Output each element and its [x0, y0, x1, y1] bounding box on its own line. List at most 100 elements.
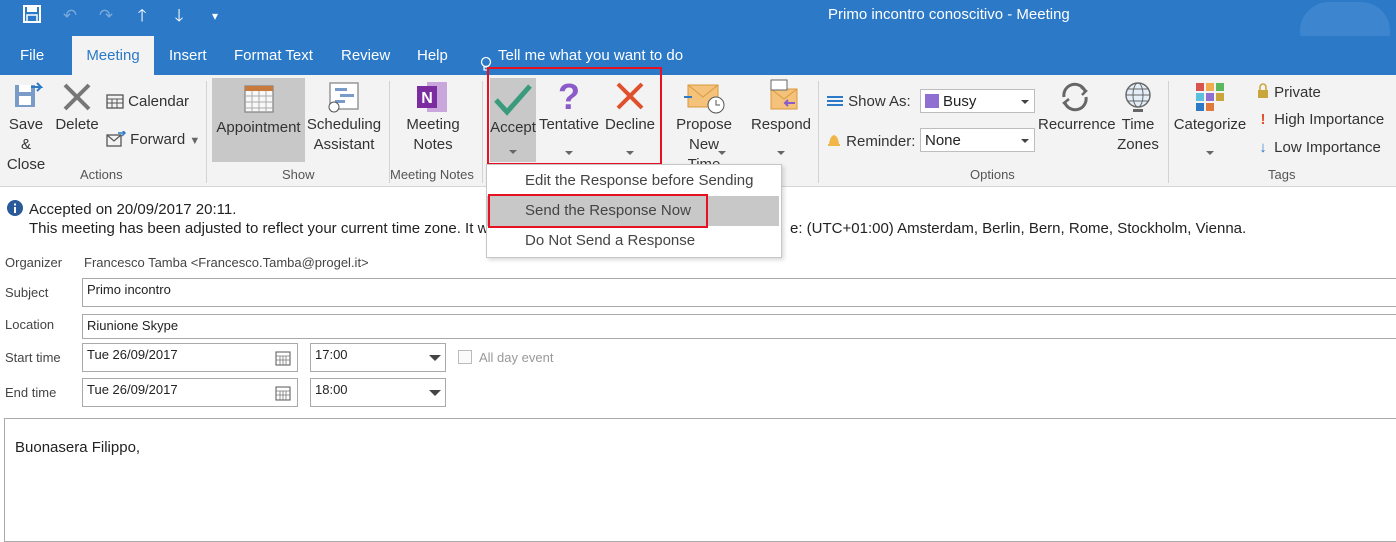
body-text: Buonasera Filippo,	[15, 439, 141, 456]
private-label: Private	[1274, 84, 1321, 101]
respond-label: Respond	[750, 116, 812, 133]
chevron-down-icon	[1021, 100, 1029, 104]
save-close-icon	[15, 82, 43, 107]
group-label-actions: Actions	[80, 167, 123, 182]
undo-icon[interactable]: ↶	[58, 5, 82, 27]
chevron-down-icon	[1206, 151, 1214, 155]
tab-file[interactable]: File	[20, 36, 44, 75]
time-zones-label-2: Zones	[1117, 136, 1159, 153]
onenote-icon: N	[417, 82, 447, 112]
forward-icon	[106, 129, 127, 151]
meeting-notes-label-2: Notes	[413, 136, 453, 153]
appointment-button[interactable]: Appointment	[212, 78, 305, 162]
svg-text:N: N	[421, 90, 433, 107]
group-separator	[818, 81, 819, 183]
calendar-icon	[106, 93, 124, 113]
tab-meeting[interactable]: Meeting	[72, 36, 154, 75]
lock-icon	[1256, 83, 1270, 103]
chevron-down-icon	[1021, 139, 1029, 143]
calendar-picker-icon[interactable]	[275, 350, 291, 373]
low-importance-button[interactable]: ↓ Low Importance	[1256, 139, 1381, 156]
delete-button[interactable]: Delete	[54, 79, 100, 135]
chevron-down-icon	[429, 355, 441, 361]
meeting-notes-button[interactable]: N Meeting Notes	[400, 79, 466, 155]
categorize-button[interactable]: Categorize	[1172, 79, 1248, 155]
location-field[interactable]: Riunione Skype	[82, 314, 1396, 339]
recurrence-button[interactable]: Recurrence	[1038, 79, 1116, 135]
chevron-down-icon	[718, 151, 726, 155]
forward-label: Forward	[130, 131, 186, 148]
subject-label: Subject	[5, 285, 49, 300]
calendar-picker-icon[interactable]	[275, 385, 291, 408]
reminder-value: None	[925, 132, 961, 149]
tab-format-text[interactable]: Format Text	[234, 36, 313, 75]
low-importance-label: Low Importance	[1274, 139, 1381, 156]
chevron-down-icon: ▼	[189, 135, 201, 147]
appointment-label: Appointment	[216, 119, 301, 136]
start-time-label: Start time	[5, 350, 61, 365]
location-label: Location	[5, 317, 55, 332]
menu-item-edit-response[interactable]: Edit the Response before Sending	[487, 166, 779, 196]
group-label-meeting-notes: Meeting Notes	[390, 167, 474, 182]
time-zones-button[interactable]: Time Zones	[1114, 79, 1162, 155]
group-separator	[1168, 81, 1169, 183]
organizer-label: Organizer	[5, 255, 63, 270]
high-importance-label: High Importance	[1274, 111, 1385, 128]
all-day-label: All day event	[479, 350, 554, 365]
start-date-value: Tue 26/09/2017	[87, 347, 178, 362]
appointment-icon	[243, 85, 274, 113]
customize-toolbar-icon[interactable]: ▾	[203, 5, 227, 27]
show-as-label: Show As:	[826, 93, 911, 112]
highlight-respond-buttons	[487, 67, 662, 165]
arrow-down-icon: ↓	[1259, 139, 1267, 156]
scheduling-assistant-icon	[328, 82, 359, 113]
window-title: Primo incontro conoscitivo - Meeting	[828, 6, 1070, 23]
high-importance-button[interactable]: ! High Importance	[1256, 111, 1385, 128]
respond-icon	[770, 79, 798, 110]
tab-help[interactable]: Help	[417, 36, 448, 75]
arrow-up-icon[interactable]: 🡑	[130, 5, 154, 27]
info-line-timezone-start: This meeting has been adjusted to reflec…	[29, 220, 489, 237]
forward-button[interactable]: Forward ▼	[106, 129, 201, 151]
arrow-down-icon[interactable]: 🡓	[167, 5, 191, 27]
title-bar: ↶ ↷ 🡑 🡓 ▾ Primo incontro conoscitivo - M…	[0, 0, 1396, 60]
tab-review[interactable]: Review	[341, 36, 390, 75]
save-close-button[interactable]: Save & Close	[2, 79, 50, 175]
reminder-label: Reminder:	[826, 132, 915, 152]
all-day-checkbox[interactable]	[458, 350, 472, 364]
calendar-button[interactable]: Calendar	[106, 93, 189, 113]
show-as-icon	[826, 94, 844, 112]
start-time-select[interactable]: 17:00	[310, 343, 446, 372]
globe-icon	[1125, 82, 1151, 112]
save-close-label-2: Close	[6, 156, 46, 173]
save-icon[interactable]	[20, 5, 44, 27]
show-as-value: Busy	[943, 93, 977, 110]
subject-field[interactable]: Primo incontro	[82, 278, 1396, 307]
end-time-select[interactable]: 18:00	[310, 378, 446, 407]
tab-insert[interactable]: Insert	[169, 36, 207, 75]
lightbulb-icon	[480, 48, 492, 71]
redo-icon[interactable]: ↷	[94, 5, 118, 27]
group-label-tags: Tags	[1268, 167, 1296, 182]
reminder-select[interactable]: None	[920, 128, 1035, 152]
recurrence-label: Recurrence	[1038, 116, 1116, 133]
message-body[interactable]: Buonasera Filippo,	[4, 418, 1396, 542]
propose-label-1: Propose New	[676, 116, 732, 153]
start-date-field[interactable]: Tue 26/09/2017	[82, 343, 298, 372]
private-button[interactable]: Private	[1256, 83, 1321, 103]
respond-button[interactable]: Respond	[750, 79, 812, 155]
group-label-options: Options	[970, 167, 1015, 182]
tell-me-label: Tell me what you want to do	[498, 47, 684, 64]
end-date-field[interactable]: Tue 26/09/2017	[82, 378, 298, 407]
categorize-icon	[1196, 83, 1224, 111]
info-line-accepted: Accepted on 20/09/2017 20:11.	[29, 201, 237, 218]
group-separator	[482, 81, 483, 183]
show-as-select[interactable]: Busy	[920, 89, 1035, 113]
propose-new-time-button[interactable]: Propose New Time	[660, 79, 748, 175]
info-line-timezone-end: e: (UTC+01:00) Amsterdam, Berlin, Bern, …	[790, 220, 1247, 237]
delete-label: Delete	[55, 116, 99, 133]
scheduling-label-2: Assistant	[313, 136, 375, 153]
chevron-down-icon	[777, 151, 785, 155]
menu-item-do-not-send[interactable]: Do Not Send a Response	[487, 226, 779, 256]
scheduling-assistant-button[interactable]: Scheduling Assistant	[306, 79, 382, 155]
